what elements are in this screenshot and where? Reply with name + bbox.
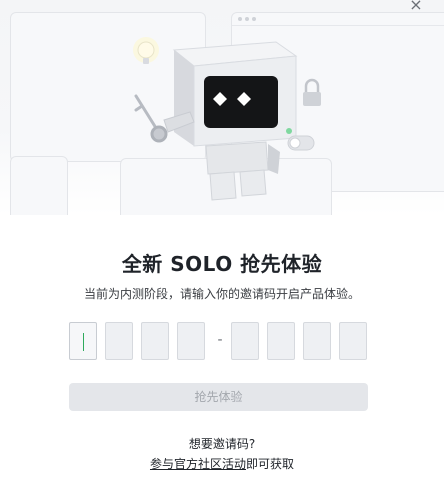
code-digit-input[interactable]	[339, 322, 367, 360]
community-activity-link[interactable]: 参与官方社区活动	[150, 457, 246, 471]
hero-illustration	[0, 0, 444, 215]
start-experience-button[interactable]: 抢先体验	[69, 383, 368, 411]
code-digit-input[interactable]	[231, 322, 259, 360]
invite-code-dialog: × 全新 SOLO 抢先体验 当前为内测阶段，请输入你的邀请码开启产品体验。 -…	[0, 0, 444, 500]
robot-body	[205, 141, 280, 201]
code-separator: -	[217, 332, 223, 348]
text-caret	[83, 333, 84, 351]
code-digit-input[interactable]	[303, 322, 331, 360]
code-digit-input[interactable]	[267, 322, 295, 360]
lightbulb-icon	[133, 37, 159, 64]
dialog-title: 全新 SOLO 抢先体验	[121, 252, 323, 276]
robot-head	[172, 41, 298, 147]
code-digit-input[interactable]	[69, 322, 97, 360]
close-icon[interactable]: ×	[406, 0, 426, 14]
community-prompt: 参与官方社区活动即可获取	[0, 455, 444, 472]
key-icon	[134, 94, 168, 143]
toggle-switch-icon	[286, 128, 315, 151]
community-prompt-suffix: 即可获取	[246, 457, 295, 471]
window-titlebar-divider	[232, 25, 444, 26]
invite-code-input: -	[0, 322, 444, 362]
background-card	[10, 156, 68, 215]
robot-illustration	[133, 37, 321, 201]
invite-code-question: 想要邀请码?	[188, 437, 256, 451]
code-digit-input[interactable]	[141, 322, 169, 360]
lock-icon	[303, 78, 321, 106]
window-dots	[238, 17, 256, 21]
dialog-subtitle: 当前为内测阶段，请输入你的邀请码开启产品体验。	[83, 287, 360, 301]
code-digit-input[interactable]	[177, 322, 205, 360]
code-digit-input[interactable]	[105, 322, 133, 360]
